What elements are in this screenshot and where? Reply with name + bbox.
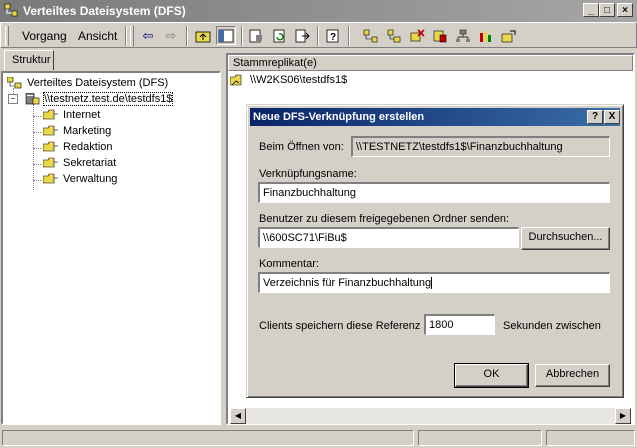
dialog-close-button[interactable]: X — [604, 110, 620, 124]
toolbar-separator — [317, 26, 319, 46]
tree-label: Marketing — [63, 125, 112, 137]
text-caret — [431, 277, 433, 290]
back-arrow-icon[interactable]: ⇦ — [138, 26, 158, 45]
cache-duration-field[interactable]: 1800 — [424, 314, 495, 335]
menu-ansicht[interactable]: Ansicht — [78, 29, 117, 43]
replica-label: \\W2KS06\testdfs1$ — [250, 74, 348, 86]
toolbar-grip[interactable] — [5, 26, 9, 46]
replication-icon[interactable] — [499, 26, 519, 45]
maximize-button[interactable]: □ — [599, 3, 615, 17]
scroll-right-icon[interactable]: ▶ — [615, 408, 631, 424]
server-share-icon — [25, 93, 40, 105]
tree-connector — [33, 180, 41, 181]
window-title-bar: Verteiltes Dateisystem (DFS) _ □ × — [0, 0, 637, 22]
tree-item-sekretariat[interactable]: Sekretariat — [33, 157, 116, 169]
tree-connector — [33, 164, 41, 165]
cancel-button[interactable]: Abbrechen — [535, 364, 610, 387]
tree-connector — [33, 116, 41, 117]
add-replica-icon[interactable] — [430, 26, 450, 45]
tree-item-root[interactable]: Verteiltes Dateisystem (DFS) — [7, 77, 168, 89]
tree-label: Redaktion — [63, 141, 113, 153]
tree-label: Internet — [63, 109, 101, 121]
link-name-label: Verknüpfungsname: — [259, 168, 357, 180]
tree-label: Verteiltes Dateisystem (DFS) — [27, 77, 169, 89]
replica-list-item[interactable]: \\W2KS06\testdfs1$ — [230, 74, 347, 86]
properties-icon[interactable] — [246, 26, 266, 45]
open-label: Beim Öffnen von: — [259, 141, 344, 153]
tree-item-internet[interactable]: Internet — [33, 109, 100, 121]
window-title: Verteiltes Dateisystem (DFS) — [23, 4, 186, 18]
ok-button[interactable]: OK — [454, 363, 529, 388]
refresh-icon[interactable] — [269, 26, 289, 45]
new-dfs-link-icon[interactable] — [384, 26, 404, 45]
forward-arrow-icon[interactable]: ⇨ — [161, 26, 181, 45]
svg-text:?: ? — [330, 32, 336, 43]
comment-field[interactable]: Verzeichnis für Finanzbuchhaltung — [258, 272, 610, 293]
status-cell — [418, 430, 542, 446]
cache-label: Clients speichern diese Referenz — [259, 320, 421, 332]
toolbar-separator — [241, 26, 243, 46]
dfs-link-icon — [43, 157, 58, 168]
tree-item-marketing[interactable]: Marketing — [33, 125, 111, 137]
close-window-button[interactable]: × — [617, 3, 633, 17]
dfs-root-icon — [7, 77, 22, 89]
tree-connector — [33, 148, 41, 149]
status-chart-icon[interactable] — [476, 26, 496, 45]
dfs-link-icon — [43, 173, 58, 184]
status-bar — [0, 428, 637, 448]
dfs-link-icon — [43, 141, 58, 152]
dialog-help-button[interactable]: ? — [587, 110, 603, 124]
comment-text: Verzeichnis für Finanzbuchhaltung — [263, 277, 432, 289]
dialog-title-bar: Neue DFS-Verknüpfung erstellen ? X — [250, 108, 620, 126]
tree-item-verwaltung[interactable]: Verwaltung — [33, 173, 117, 185]
toolbar-grip[interactable] — [130, 26, 134, 46]
delete-link-icon[interactable] — [407, 26, 427, 45]
collapse-icon[interactable]: − — [8, 94, 18, 105]
export-list-icon[interactable] — [292, 26, 312, 45]
dfs-link-icon — [43, 125, 58, 136]
shared-folder-icon — [230, 74, 242, 86]
dfs-app-icon — [4, 3, 18, 17]
toolbar-separator — [348, 26, 350, 46]
toolbar-separator — [125, 26, 127, 46]
cache-unit-label: Sekunden zwischen — [503, 320, 601, 332]
link-name-field[interactable]: Finanzbuchhaltung — [258, 182, 610, 203]
tree-pane: Verteiltes Dateisystem (DFS) − \\testnet… — [1, 71, 221, 425]
open-path-field: \\TESTNETZ\testdfs1$\Finanzbuchhaltung — [351, 136, 610, 157]
horizontal-scrollbar[interactable]: ◀ ▶ — [230, 408, 631, 424]
up-folder-icon[interactable] — [193, 26, 213, 45]
tree-label: Sekretariat — [63, 157, 117, 169]
tab-struktur[interactable]: Struktur — [4, 50, 54, 70]
tree-label: Verwaltung — [63, 173, 118, 185]
status-cell — [2, 430, 414, 446]
help-icon[interactable]: ? — [323, 26, 343, 45]
scroll-left-icon[interactable]: ◀ — [230, 408, 246, 424]
network-tree-icon[interactable] — [453, 26, 473, 45]
status-cell — [546, 430, 635, 446]
tree-item-redaktion[interactable]: Redaktion — [33, 141, 113, 153]
comment-label: Kommentar: — [259, 258, 319, 270]
new-dfs-link-dialog: Neue DFS-Verknüpfung erstellen ? X Beim … — [246, 104, 624, 398]
show-tree-icon[interactable] — [216, 26, 236, 45]
column-header-stammreplikat[interactable]: Stammreplikat(e) — [228, 55, 633, 71]
browse-button[interactable]: Durchsuchen... — [521, 227, 610, 250]
left-tab-strip: Struktur — [0, 48, 221, 72]
dfs-link-icon — [43, 109, 58, 120]
target-share-field[interactable]: \\600SC71\FiBu$ — [258, 227, 519, 248]
tree-connector — [33, 132, 41, 133]
send-to-label: Benutzer zu diesem freigegebenen Ordner … — [259, 213, 510, 225]
menu-vorgang[interactable]: Vorgang — [22, 29, 67, 43]
menu-toolbar: Vorgang Ansicht ⇦ ⇨ ? — [0, 22, 637, 48]
tree-item-share[interactable]: − \\testnetz.test.de\testdfs1$ — [8, 92, 174, 106]
dialog-title: Neue DFS-Verknüpfung erstellen — [253, 111, 425, 123]
tree-label: \\testnetz.test.de\testdfs1$ — [43, 92, 174, 106]
toolbar-separator — [186, 26, 188, 46]
new-dfs-root-icon[interactable] — [361, 26, 381, 45]
minimize-button[interactable]: _ — [583, 3, 599, 17]
